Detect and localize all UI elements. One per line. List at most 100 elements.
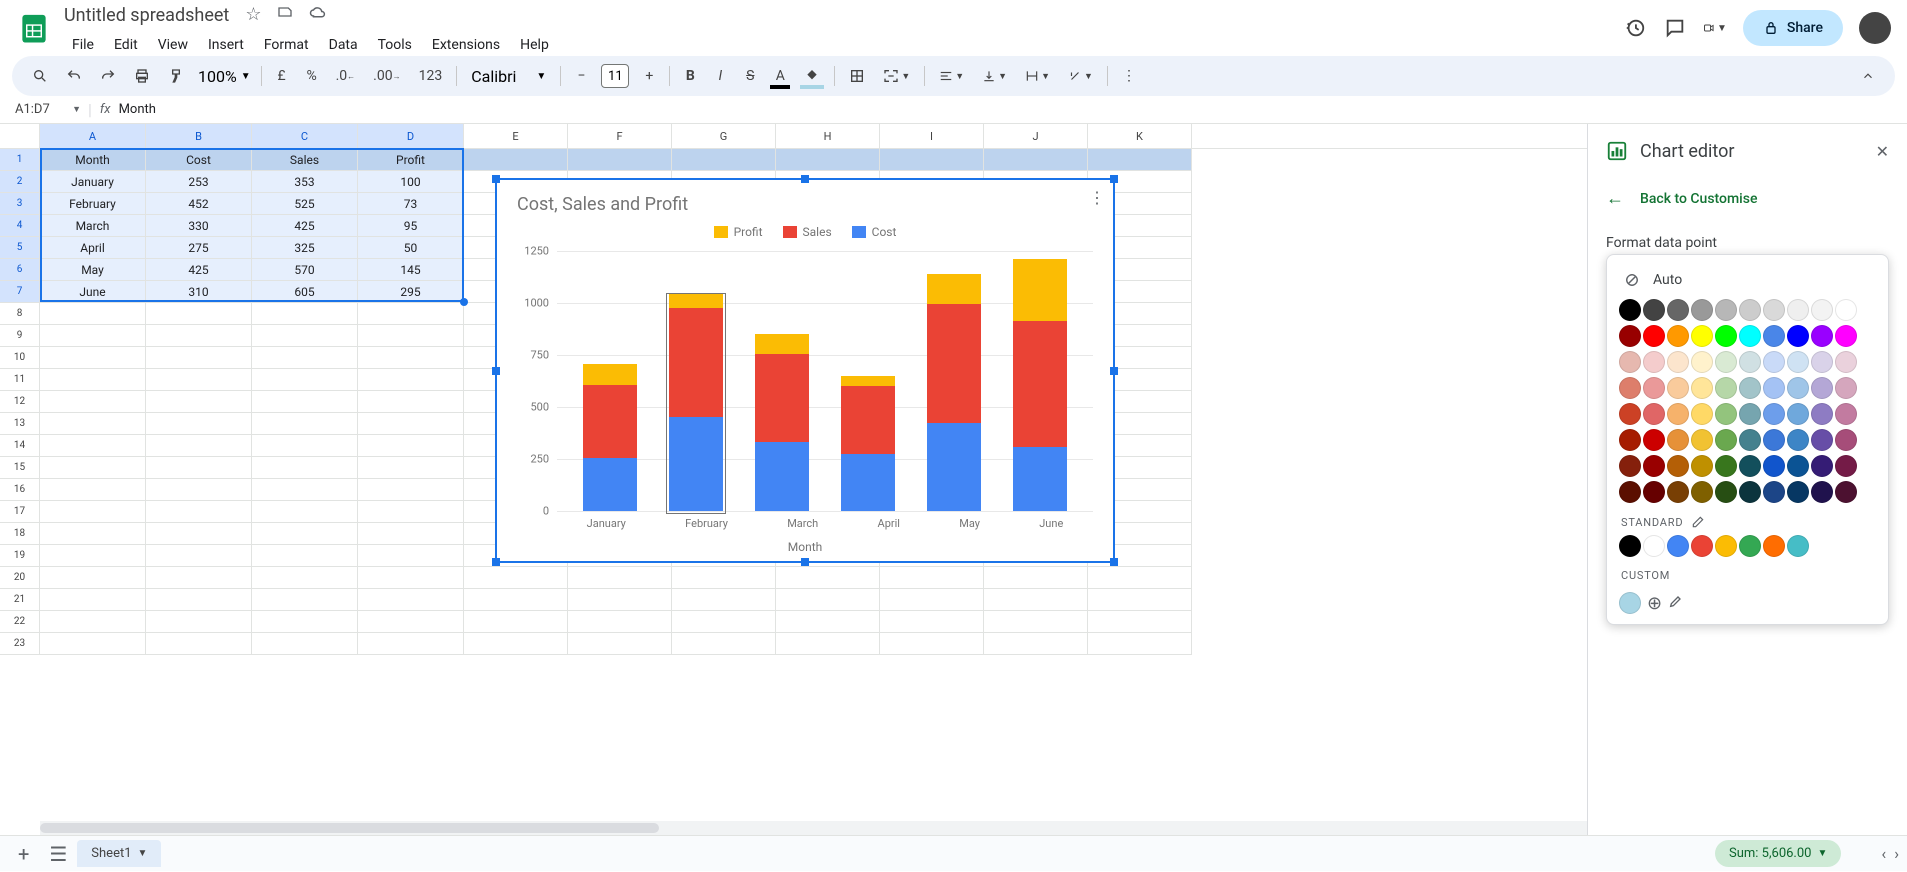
cell[interactable] (776, 149, 880, 171)
cell[interactable] (358, 523, 464, 545)
color-swatch[interactable] (1715, 429, 1737, 451)
color-swatch[interactable] (1691, 481, 1713, 503)
cell[interactable] (40, 633, 146, 655)
cell[interactable]: 310 (146, 281, 252, 303)
color-swatch[interactable] (1835, 481, 1857, 503)
cell[interactable] (358, 501, 464, 523)
color-swatch[interactable] (1763, 377, 1785, 399)
color-swatch[interactable] (1691, 377, 1713, 399)
color-auto-option[interactable]: Auto (1619, 265, 1876, 299)
cell[interactable] (1088, 633, 1192, 655)
cell[interactable] (568, 633, 672, 655)
color-swatch[interactable] (1643, 325, 1665, 347)
color-swatch[interactable] (1787, 455, 1809, 477)
cell[interactable] (568, 149, 672, 171)
rotate-icon[interactable]: ▼ (1060, 62, 1101, 90)
color-swatch[interactable] (1715, 351, 1737, 373)
column-header[interactable]: H (776, 124, 880, 148)
spreadsheet-grid[interactable]: ABCDEFGHIJK 1MonthCostSalesProfit2Januar… (0, 124, 1587, 835)
more-toolbar-icon[interactable]: ⋮ (1114, 62, 1144, 90)
cell[interactable] (358, 457, 464, 479)
menu-tools[interactable]: Tools (370, 33, 420, 57)
color-swatch[interactable] (1643, 351, 1665, 373)
color-swatch[interactable] (1739, 325, 1761, 347)
cell[interactable] (40, 545, 146, 567)
font-select[interactable]: Calibri▼ (463, 67, 554, 86)
document-title[interactable]: Untitled spreadsheet (64, 5, 229, 26)
color-swatch[interactable] (1619, 325, 1641, 347)
cell[interactable] (358, 435, 464, 457)
row-header[interactable]: 11 (0, 369, 40, 391)
cell[interactable] (568, 567, 672, 589)
cell[interactable]: January (40, 171, 146, 193)
close-icon[interactable]: ✕ (1876, 142, 1889, 161)
color-swatch[interactable] (1835, 377, 1857, 399)
color-swatch[interactable] (1715, 535, 1737, 557)
cell[interactable] (464, 149, 568, 171)
color-swatch[interactable] (1787, 351, 1809, 373)
cell[interactable] (146, 501, 252, 523)
user-avatar[interactable] (1859, 12, 1891, 44)
color-swatch[interactable] (1667, 429, 1689, 451)
row-header[interactable]: 4 (0, 215, 40, 237)
menu-format[interactable]: Format (256, 33, 317, 57)
decrease-font-icon[interactable]: − (567, 62, 595, 90)
menu-file[interactable]: File (64, 33, 102, 57)
cell[interactable]: February (40, 193, 146, 215)
cell[interactable]: 452 (146, 193, 252, 215)
increase-decimal-icon[interactable]: .00→ (365, 62, 408, 90)
color-swatch[interactable] (1667, 481, 1689, 503)
menu-data[interactable]: Data (321, 33, 366, 57)
color-swatch[interactable] (1643, 299, 1665, 321)
cell[interactable] (252, 567, 358, 589)
color-swatch[interactable] (1787, 299, 1809, 321)
column-header[interactable]: F (568, 124, 672, 148)
color-swatch[interactable] (1811, 351, 1833, 373)
cell[interactable] (252, 369, 358, 391)
row-header[interactable]: 16 (0, 479, 40, 501)
print-icon[interactable] (126, 62, 158, 90)
column-header[interactable]: A (40, 124, 146, 148)
column-header[interactable]: G (672, 124, 776, 148)
menu-edit[interactable]: Edit (106, 33, 146, 57)
column-header[interactable]: K (1088, 124, 1192, 148)
cell[interactable] (252, 303, 358, 325)
color-swatch[interactable] (1667, 455, 1689, 477)
legend-item[interactable]: Sales (783, 225, 832, 239)
color-swatch[interactable] (1739, 455, 1761, 477)
row-header[interactable]: 15 (0, 457, 40, 479)
color-swatch[interactable] (1763, 429, 1785, 451)
cell[interactable] (146, 435, 252, 457)
meet-icon[interactable]: ▼ (1703, 16, 1727, 40)
menu-view[interactable]: View (150, 33, 196, 57)
color-swatch[interactable] (1739, 351, 1761, 373)
cell[interactable] (776, 589, 880, 611)
color-swatch[interactable] (1619, 299, 1641, 321)
color-swatch[interactable] (1811, 481, 1833, 503)
redo-icon[interactable] (92, 62, 124, 90)
color-swatch[interactable] (1835, 299, 1857, 321)
cell[interactable] (672, 633, 776, 655)
cell[interactable] (358, 413, 464, 435)
color-swatch[interactable] (1739, 377, 1761, 399)
cell[interactable] (40, 589, 146, 611)
cell[interactable] (984, 149, 1088, 171)
cell[interactable] (672, 611, 776, 633)
cell[interactable] (146, 589, 252, 611)
name-box[interactable]: A1:D7▼ (8, 99, 88, 120)
cell[interactable] (464, 589, 568, 611)
row-header[interactable]: 20 (0, 567, 40, 589)
cell[interactable] (464, 611, 568, 633)
color-swatch[interactable] (1691, 535, 1713, 557)
color-swatch[interactable] (1763, 351, 1785, 373)
legend-item[interactable]: Cost (852, 225, 897, 239)
row-header[interactable]: 17 (0, 501, 40, 523)
color-swatch[interactable] (1811, 429, 1833, 451)
legend-item[interactable]: Profit (714, 225, 763, 239)
column-header[interactable]: D (358, 124, 464, 148)
row-header[interactable]: 12 (0, 391, 40, 413)
sheets-logo[interactable] (16, 10, 52, 46)
row-header[interactable]: 18 (0, 523, 40, 545)
color-swatch[interactable] (1739, 535, 1761, 557)
cell[interactable] (40, 303, 146, 325)
